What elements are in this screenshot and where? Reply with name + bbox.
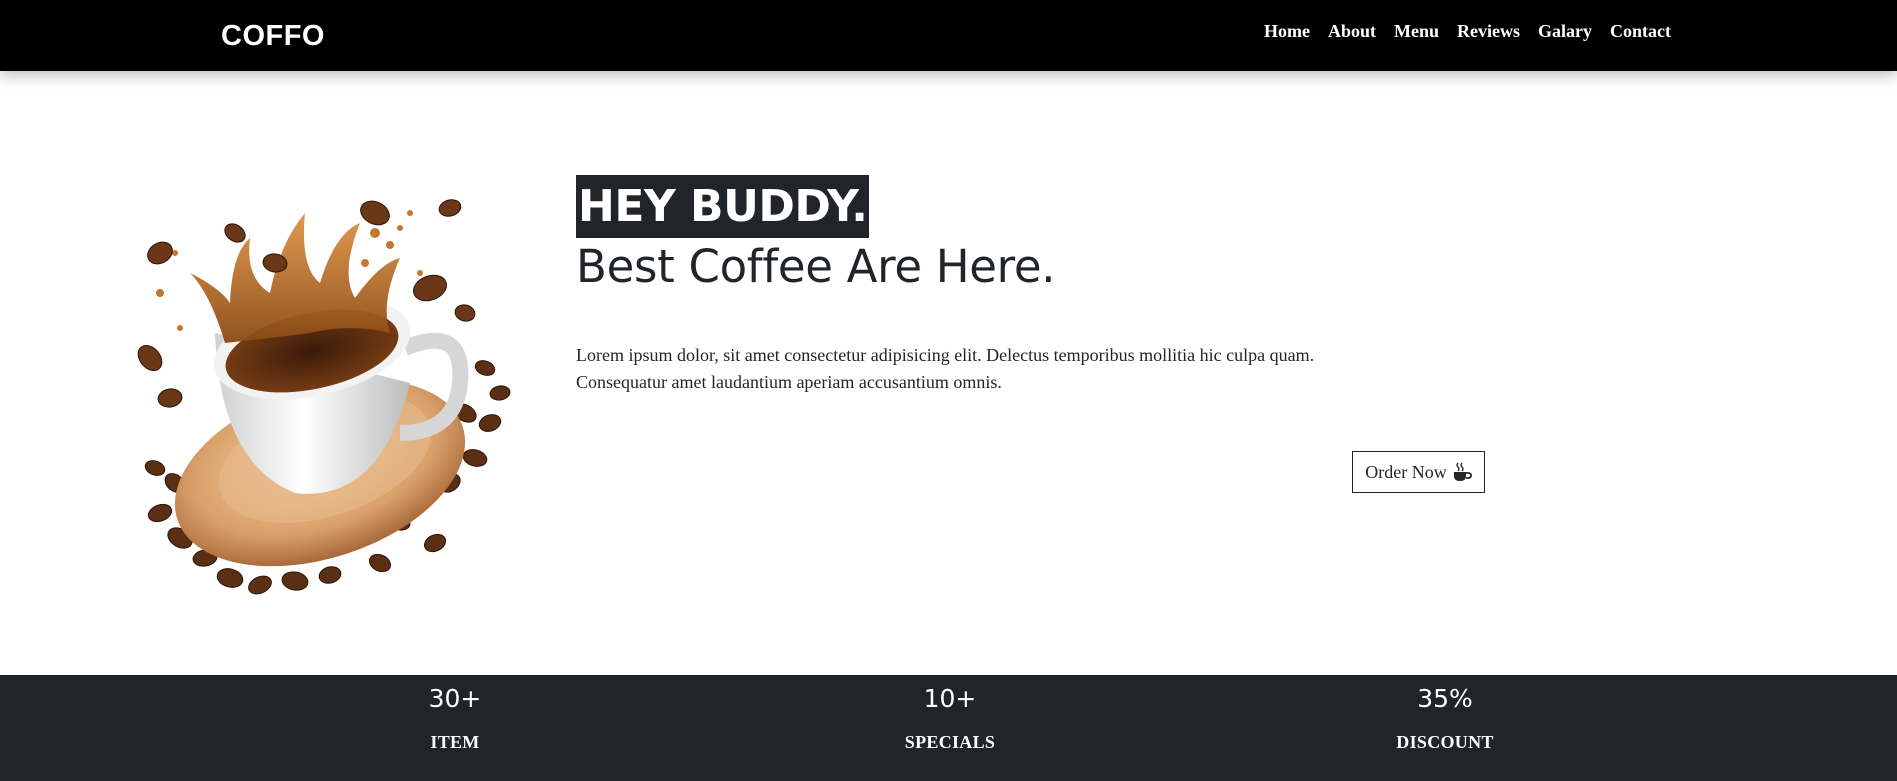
top-navbar: COFFO Home About Menu Reviews Galary Con…	[0, 0, 1897, 71]
nav-link-about[interactable]: About	[1328, 19, 1376, 43]
stat-label: SPECIALS	[904, 732, 996, 752]
brand-logo[interactable]: COFFO	[221, 19, 325, 54]
nav-link-galary[interactable]: Galary	[1538, 19, 1592, 43]
hero-description: Lorem ipsum dolor, sit amet consectetur …	[576, 345, 1315, 392]
hero-headline: Best Coffee Are Here.	[576, 240, 1056, 293]
main-nav: Home About Menu Reviews Galary Contact	[1264, 19, 1671, 43]
order-now-button[interactable]: Order Now	[1352, 451, 1485, 493]
stat-value: 30+	[428, 684, 482, 713]
hero-highlight-heading: HEY BUDDY.	[576, 175, 870, 238]
stat-item: 35% DISCOUNT	[1335, 675, 1555, 754]
coffee-cup-splash-image	[120, 183, 545, 608]
nav-link-home[interactable]: Home	[1264, 19, 1310, 43]
stat-item: 10+ SPECIALS	[840, 675, 1060, 754]
nav-link-reviews[interactable]: Reviews	[1457, 19, 1520, 43]
stat-label: ITEM	[430, 732, 480, 752]
nav-link-contact[interactable]: Contact	[1610, 19, 1671, 43]
stat-item: 30+ ITEM	[345, 675, 565, 754]
mug-hot-icon	[1452, 462, 1472, 482]
stat-label: DISCOUNT	[1396, 732, 1494, 752]
stats-bar: 30+ ITEM 10+ SPECIALS 35% DISCOUNT	[0, 675, 1897, 781]
stat-value: 10+	[923, 684, 977, 713]
stat-value: 35%	[1417, 684, 1473, 713]
nav-link-menu[interactable]: Menu	[1394, 19, 1439, 43]
order-now-label: Order Now	[1365, 461, 1447, 482]
